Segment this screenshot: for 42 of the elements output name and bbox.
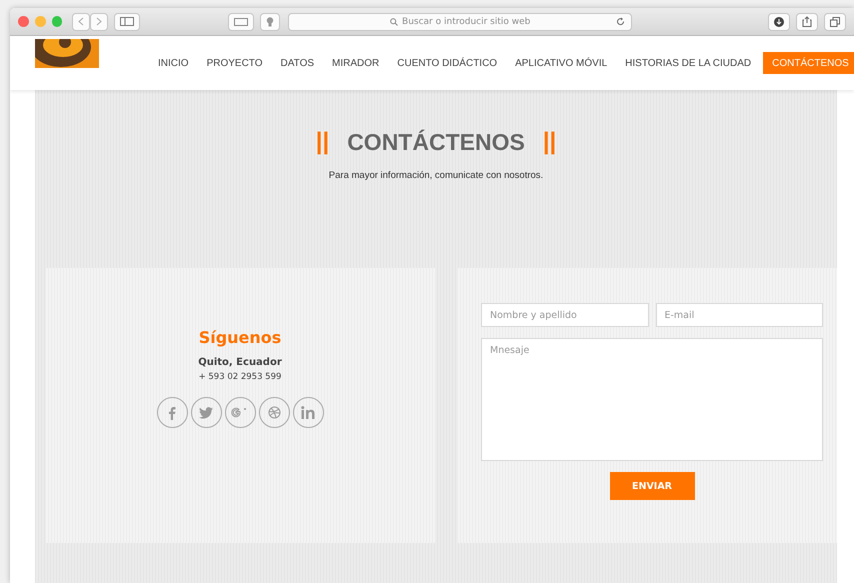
close-button[interactable] xyxy=(18,16,29,27)
message-field[interactable]: Mnesaje xyxy=(481,338,823,461)
facebook-icon[interactable] xyxy=(156,397,188,428)
tabs-button[interactable] xyxy=(824,12,846,30)
search-icon xyxy=(390,18,398,26)
chevron-right-icon xyxy=(96,17,102,26)
tabs-icon xyxy=(830,16,840,26)
nav-link[interactable]: MIRADOR xyxy=(323,52,388,74)
heading-marker: || xyxy=(542,128,556,156)
logo[interactable] xyxy=(35,38,99,68)
nav-link[interactable]: PROYECTO xyxy=(198,52,272,74)
sidebar-button[interactable] xyxy=(114,12,140,30)
nav-link[interactable]: APLICATIVO MÓVIL xyxy=(506,52,616,74)
phone-text: + 593 02 2953 599 xyxy=(198,372,282,382)
download-icon xyxy=(774,16,784,26)
heading-marker: || xyxy=(316,128,330,156)
back-button[interactable] xyxy=(72,12,90,30)
nav-link[interactable]: CUENTO DIDÁCTICO xyxy=(388,52,506,74)
section-subtitle: Para mayor información, comunicate con nosotros. xyxy=(328,170,544,181)
forward-button[interactable] xyxy=(90,12,108,30)
email-field[interactable]: E-mail xyxy=(656,303,823,327)
minimize-button[interactable] xyxy=(34,16,46,27)
downloads-button[interactable] xyxy=(768,12,790,30)
lightbulb-icon xyxy=(266,16,274,26)
section-title: CONTÁCTENOS xyxy=(347,128,525,156)
reload-icon[interactable] xyxy=(616,16,625,26)
social-title: Síguenos xyxy=(198,328,282,347)
city-text: Quito, Ecuador xyxy=(198,357,282,368)
linkedin-icon[interactable] xyxy=(292,397,324,428)
chevron-left-icon xyxy=(78,17,84,26)
name-field[interactable]: Nombre y apellido xyxy=(481,303,648,327)
google-plus-icon[interactable] xyxy=(224,397,256,428)
nav-link[interactable]: DATOS xyxy=(272,52,324,74)
nav-link[interactable]: INICIO xyxy=(149,52,198,74)
sidebar-icon xyxy=(120,17,134,26)
twitter-icon[interactable] xyxy=(190,397,222,428)
dribbble-icon[interactable] xyxy=(258,397,290,428)
zoom-button[interactable] xyxy=(52,16,62,27)
share-button[interactable] xyxy=(796,12,818,30)
nav-link[interactable]: HISTORIAS DE LA CIUDAD xyxy=(616,52,760,74)
share-icon xyxy=(802,16,812,27)
lightbulb-button[interactable] xyxy=(260,12,280,30)
